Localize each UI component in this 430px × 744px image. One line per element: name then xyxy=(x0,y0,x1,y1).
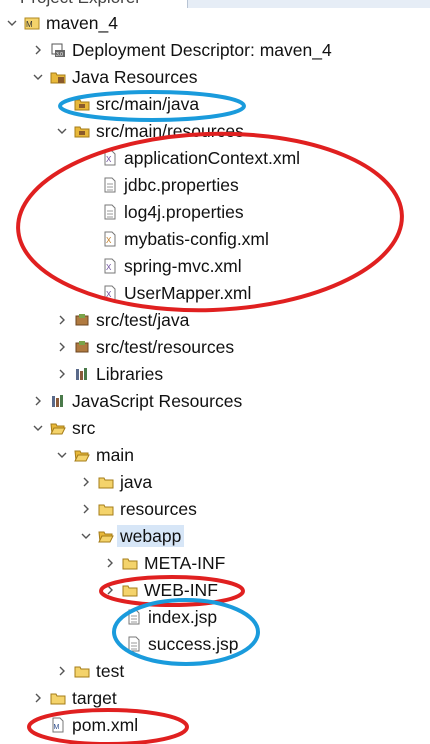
svg-text:X: X xyxy=(106,236,112,245)
tree-item-src-main-resources[interactable]: src/main/resources xyxy=(56,118,244,144)
folder-open-icon xyxy=(98,528,114,544)
svg-text:X: X xyxy=(106,290,112,299)
properties-file-icon xyxy=(102,204,118,220)
xml-file-icon: X xyxy=(102,285,118,301)
svg-text:M: M xyxy=(54,724,60,731)
chevron-down-icon[interactable] xyxy=(6,10,18,36)
chevron-right-icon[interactable] xyxy=(80,496,92,522)
folder-open-icon xyxy=(50,420,66,436)
tree-item-src[interactable]: src xyxy=(32,415,95,441)
chevron-right-icon[interactable] xyxy=(80,469,92,495)
tree-item-main[interactable]: main xyxy=(56,442,134,468)
folder-icon xyxy=(50,690,66,706)
xml-file-icon: X xyxy=(102,258,118,274)
xml-file-icon: X xyxy=(102,150,118,166)
tree-item-spring-mvc-xml[interactable]: X spring-mvc.xml xyxy=(102,253,242,279)
tree-item-web-inf[interactable]: WEB-INF xyxy=(104,577,218,603)
tree-item-pom-xml[interactable]: M pom.xml xyxy=(50,712,138,738)
folder-icon xyxy=(98,501,114,517)
chevron-right-icon[interactable] xyxy=(32,388,44,414)
folder-icon xyxy=(122,555,138,571)
chevron-down-icon[interactable] xyxy=(32,64,44,90)
chevron-down-icon[interactable] xyxy=(80,523,92,549)
chevron-right-icon[interactable] xyxy=(56,361,68,387)
tree-item-mybatis-config-xml[interactable]: X mybatis-config.xml xyxy=(102,226,269,252)
tree-item-resources[interactable]: resources xyxy=(80,496,197,522)
tree-item-target[interactable]: target xyxy=(32,685,117,711)
folder-open-icon xyxy=(74,447,90,463)
folder-icon xyxy=(122,582,138,598)
tree-item-java[interactable]: java xyxy=(80,469,152,495)
project-tree: M maven_4 3.0 Deployment Descriptor: mav… xyxy=(0,0,430,744)
tree-item-src-test-resources[interactable]: src/test/resources xyxy=(56,334,234,360)
tree-item-src-test-java[interactable]: src/test/java xyxy=(56,307,189,333)
chevron-right-icon[interactable] xyxy=(104,577,116,603)
tree-item-java-resources[interactable]: Java Resources xyxy=(32,64,197,90)
tree-item-index-jsp[interactable]: index.jsp xyxy=(126,604,217,630)
source-folder-icon xyxy=(74,123,90,139)
chevron-right-icon[interactable] xyxy=(32,37,44,63)
chevron-right-icon[interactable] xyxy=(56,307,68,333)
tree-item-libraries[interactable]: Libraries xyxy=(56,361,163,387)
chevron-down-icon[interactable] xyxy=(56,118,68,144)
package-folder-icon xyxy=(74,312,90,328)
svg-text:3.0: 3.0 xyxy=(56,52,63,58)
tree-item-deployment-descriptor[interactable]: 3.0 Deployment Descriptor: maven_4 xyxy=(32,37,332,63)
tree-item-log4j-properties[interactable]: log4j.properties xyxy=(102,199,244,225)
tree-item-maven-4[interactable]: M maven_4 xyxy=(6,10,118,36)
tree-item-applicationcontext-xml[interactable]: X applicationContext.xml xyxy=(102,145,300,171)
tree-item-test[interactable]: test xyxy=(56,658,124,684)
tree-item-src-main-java[interactable]: src/main/java xyxy=(74,91,199,117)
maven-project-icon: M xyxy=(24,15,40,31)
libraries-icon xyxy=(74,366,90,382)
folder-icon xyxy=(74,663,90,679)
tree-item-usermapper-xml[interactable]: X UserMapper.xml xyxy=(102,280,251,306)
folder-icon xyxy=(98,474,114,490)
chevron-right-icon[interactable] xyxy=(104,550,116,576)
chevron-down-icon[interactable] xyxy=(32,415,44,441)
java-resources-icon xyxy=(50,69,66,85)
chevron-right-icon[interactable] xyxy=(56,334,68,360)
properties-file-icon xyxy=(102,177,118,193)
chevron-right-icon[interactable] xyxy=(56,658,68,684)
jsp-file-icon xyxy=(126,609,142,625)
tree-item-webapp[interactable]: webapp xyxy=(80,523,185,549)
svg-text:X: X xyxy=(106,155,112,164)
tree-item-jdbc-properties[interactable]: jdbc.properties xyxy=(102,172,239,198)
tree-item-javascript-resources[interactable]: JavaScript Resources xyxy=(32,388,242,414)
javascript-resources-icon xyxy=(50,393,66,409)
jsp-file-icon xyxy=(126,636,142,652)
source-folder-icon xyxy=(74,96,90,112)
svg-text:X: X xyxy=(106,263,112,272)
chevron-down-icon[interactable] xyxy=(56,442,68,468)
tree-item-success-jsp[interactable]: success.jsp xyxy=(126,631,238,657)
package-folder-icon xyxy=(74,339,90,355)
tree-item-meta-inf[interactable]: META-INF xyxy=(104,550,225,576)
xml-file-icon: X xyxy=(102,231,118,247)
chevron-right-icon[interactable] xyxy=(32,685,44,711)
deployment-descriptor-icon: 3.0 xyxy=(50,42,66,58)
svg-text:M: M xyxy=(26,20,33,29)
maven-pom-icon: M xyxy=(50,717,66,733)
